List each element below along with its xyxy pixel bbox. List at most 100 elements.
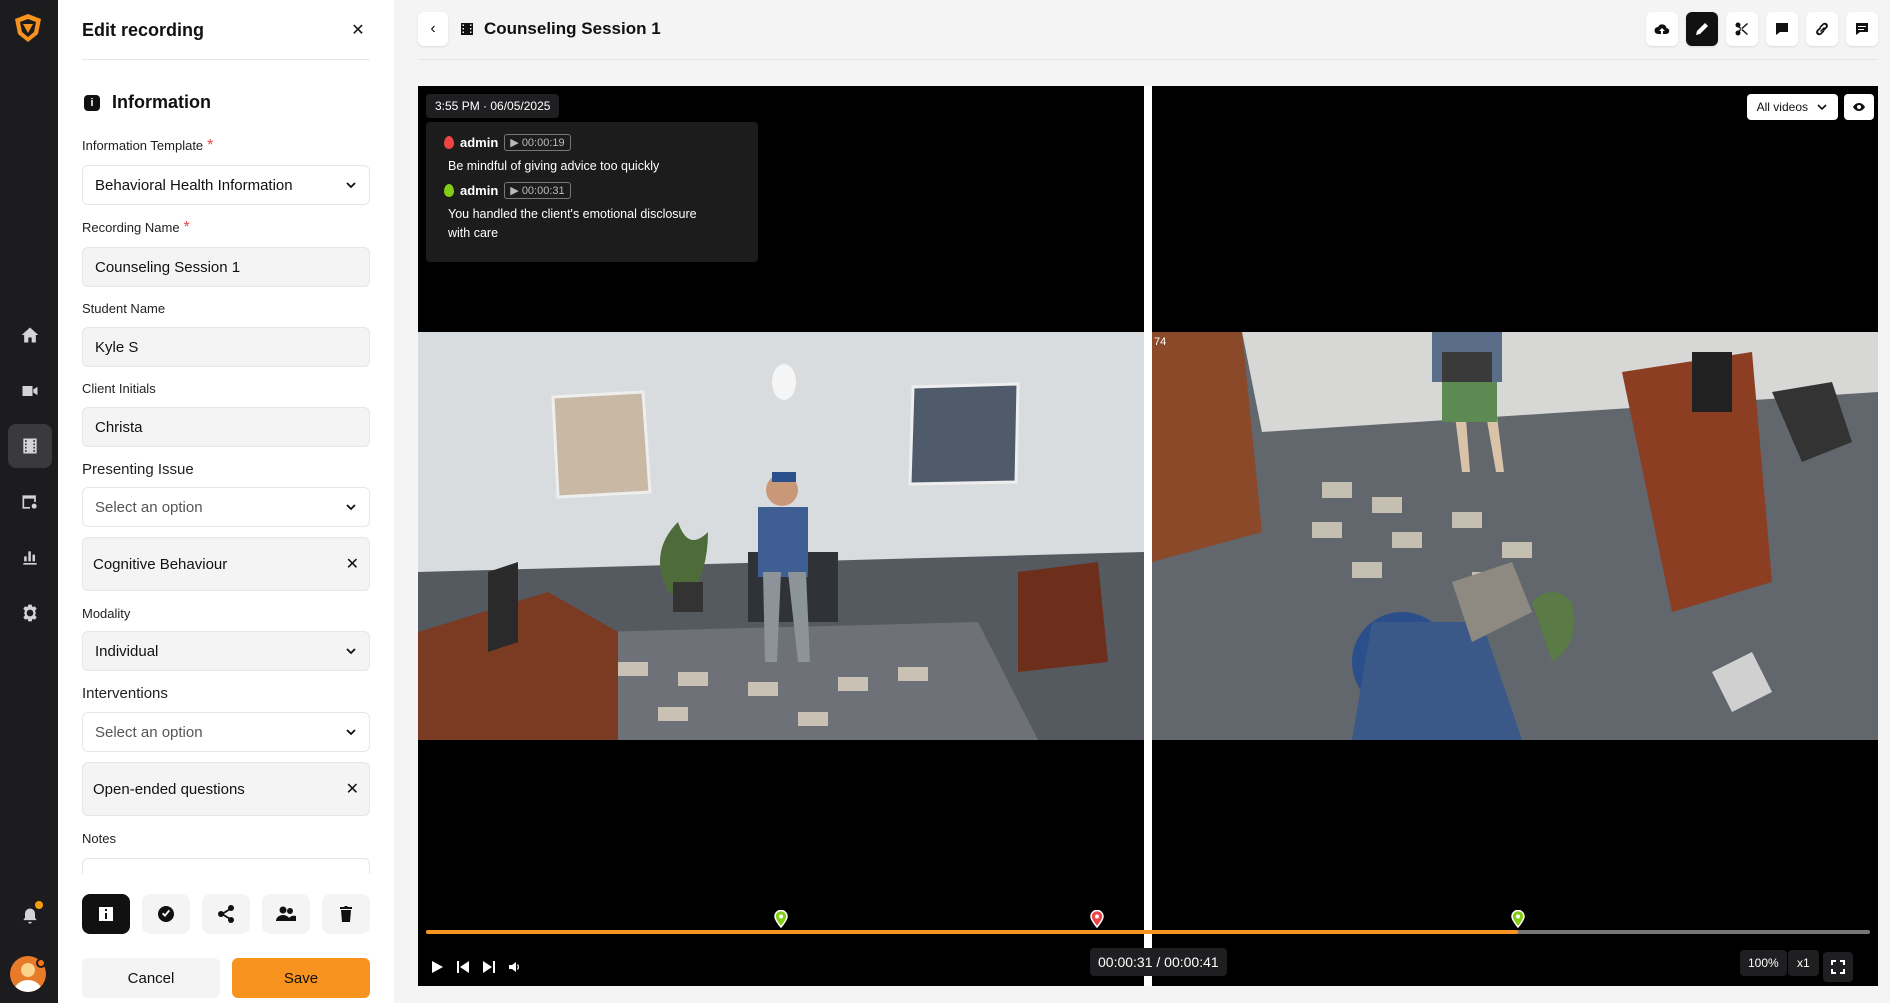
save-button[interactable]: Save [232,958,370,998]
nav-cameras[interactable] [8,369,52,413]
camera-view-1[interactable] [418,332,1144,740]
nav-settings[interactable] [8,591,52,635]
nav-home[interactable] [8,313,52,357]
notes-textarea[interactable] [82,858,370,874]
share-icon [218,905,234,923]
chip-label: Cognitive Behaviour [93,555,228,573]
cancel-button[interactable]: Cancel [82,958,220,998]
recording-name-input[interactable]: Counseling Session 1 [82,247,370,287]
tab-information[interactable] [82,894,130,934]
pencil-icon [1696,23,1708,35]
notification-dot [35,901,43,909]
app-logo[interactable] [12,12,44,44]
playback-speed[interactable]: x1 [1788,950,1819,976]
tab-participants[interactable] [262,894,310,934]
bar-chart-icon [23,551,37,565]
student-name-input[interactable]: Kyle S [82,327,370,367]
camera-view-2[interactable]: 74 [1152,332,1878,740]
back-button[interactable]: ‹ [418,12,448,46]
play-button[interactable] [426,956,448,978]
remove-chip-icon[interactable]: ✕ [346,779,359,799]
comment-author: admin [460,135,499,150]
link-button[interactable] [1806,12,1838,46]
timeline-marker[interactable] [1510,910,1525,928]
skip-back-button[interactable] [452,956,474,978]
comment-item[interactable]: admin ▶ 00:00:31 You handled the client'… [444,181,742,243]
volume-icon [509,962,519,972]
close-button[interactable]: ✕ [346,18,370,42]
progress-bar[interactable] [426,930,1870,934]
student-name-value: Kyle S [95,338,139,356]
visibility-button[interactable] [1844,94,1874,120]
trim-button[interactable] [1726,12,1758,46]
main-area: ‹ Counseling Session 1 74 3:55 PM · 06/0… [394,0,1890,1003]
recording-timestamp: 3:55 PM · 06/05/2025 [426,94,560,118]
close-icon: ✕ [351,22,365,39]
comment-text: Be mindful of giving advice too quickly [448,159,660,173]
info-icon [99,907,113,921]
section-header: i Information [84,92,211,113]
interventions-placeholder: Select an option [95,723,203,741]
video-selector[interactable]: All videos [1746,94,1838,120]
gear-icon [23,604,37,622]
split-divider[interactable] [1144,86,1152,986]
bell-icon [23,908,37,924]
chevron-down-icon [346,182,356,189]
tab-evaluation[interactable] [142,894,190,934]
edit-button[interactable] [1686,12,1718,46]
comment-time-tag[interactable]: ▶ 00:00:19 [504,134,571,151]
fullscreen-icon [1831,960,1845,974]
nav-recordings[interactable] [8,424,52,468]
video-player[interactable]: 74 3:55 PM · 06/05/2025 admin ▶ 00:00:19… [418,86,1878,986]
map-pin-icon [444,136,454,149]
comments-overlay: admin ▶ 00:00:19 Be mindful of giving ad… [426,122,758,262]
comments-button[interactable] [1846,12,1878,46]
presenting-issue-select[interactable]: Select an option [82,487,370,527]
modality-label: Modality [82,606,131,621]
camera-id-label: 74 [1154,336,1167,348]
nav-notifications[interactable] [8,894,52,938]
upload-button[interactable] [1646,12,1678,46]
client-initials-input[interactable]: Christa [82,407,370,447]
chip-label: Open-ended questions [93,780,245,798]
comment-icon [1856,23,1868,35]
comment-author: admin [460,182,499,198]
volume-button[interactable] [504,956,526,978]
chevron-down-icon [346,729,356,736]
recording-title: Counseling Session 1 [460,19,661,39]
timeline-marker[interactable] [1090,910,1105,928]
check-circle-icon [158,906,174,922]
comment-time-tag[interactable]: ▶ 00:00:31 [504,181,571,199]
skip-forward-icon [483,961,495,973]
presenting-issue-placeholder: Select an option [95,498,203,516]
feedback-button[interactable] [1766,12,1798,46]
film-icon [461,23,473,35]
recording-name-label: Recording Name * [82,219,190,236]
required-mark: * [183,219,190,236]
remove-chip-icon[interactable]: ✕ [346,554,359,574]
nav-schedule[interactable] [8,480,52,524]
comment-edit-icon [1776,23,1788,35]
timeline-marker[interactable] [774,910,788,928]
toolbar-actions [1646,12,1878,46]
zoom-level[interactable]: 100% [1740,950,1787,976]
panel-header: Edit recording ✕ [82,14,370,60]
progress-fill [426,930,1518,934]
top-bar: ‹ Counseling Session 1 [418,12,1878,60]
interventions-label: Interventions [82,685,168,702]
section-title: Information [112,92,211,112]
presenting-issue-chip: Cognitive Behaviour ✕ [82,537,370,591]
template-select[interactable]: Behavioral Health Information [82,165,370,205]
cloud-upload-icon [1654,24,1670,35]
users-icon [276,906,296,921]
nav-analytics[interactable] [8,536,52,580]
comment-item[interactable]: admin ▶ 00:00:19 Be mindful of giving ad… [444,134,742,176]
modality-select[interactable]: Individual [82,631,370,671]
fullscreen-button[interactable] [1823,952,1853,982]
timecode: 00:00:31 / 00:00:41 [1090,948,1227,976]
home-icon [21,327,39,343]
skip-forward-button[interactable] [478,956,500,978]
tab-share[interactable] [202,894,250,934]
interventions-select[interactable]: Select an option [82,712,370,752]
tab-delete[interactable] [322,894,370,934]
